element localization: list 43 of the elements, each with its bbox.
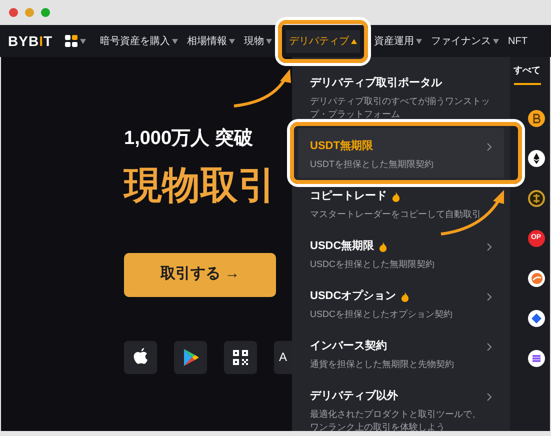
menu-item-title: インバース契約: [310, 340, 387, 353]
menu-item[interactable]: デリバティブ取引ポータル デリバティブ取引のすべてが揃うワンストップ・プラットフォーム: [292, 77, 510, 128]
menu-item-title: USDCオプション: [310, 290, 396, 303]
menu-item-title: USDT無期限: [310, 140, 373, 153]
menu-item-description: USDTを担保とした無期限契約: [310, 158, 434, 171]
menu-item-title: USDC無期限: [310, 240, 374, 253]
apps-grid-icon[interactable]: [65, 35, 78, 47]
apple-icon: [132, 348, 148, 366]
menu-item-description: マスタートレーダーをコピーして自動取引: [310, 208, 482, 221]
menu-item-description: デリバティブ取引のすべてが揃うワンストップ・プラットフォーム: [310, 95, 491, 121]
all-tab[interactable]: すべて: [514, 64, 540, 84]
menu-item-description: USDCを担保としたオプション契約: [310, 308, 454, 321]
menu-item[interactable]: USDC無期限 USDCを担保とした無期限契約: [292, 228, 510, 278]
nav-item[interactable]: 相場情報: [187, 34, 235, 48]
nav-item[interactable]: デリバティブ: [286, 30, 360, 52]
menu-item[interactable]: USDT無期限 USDTを担保とした無期限契約: [298, 128, 504, 178]
coin-icon: [528, 350, 544, 366]
hero-headline: 現物取引: [124, 164, 276, 208]
coin-icon: [528, 310, 544, 326]
nav-item[interactable]: 暗号資産を購入: [100, 34, 178, 48]
hero-subtitle: 1,000万人 突破: [124, 126, 253, 151]
menu-item-description: 通貨を担保とした無期限と先物契約: [310, 358, 455, 371]
menu-item[interactable]: コピートレード マスタートレーダーをコピーして自動取引: [292, 178, 510, 228]
play-icon: [182, 348, 198, 366]
menu-item-description: 最適化されたプロダクトと取引ツールで、ワンランク上の取引を体験しよう: [310, 408, 481, 434]
arrow: [234, 69, 291, 108]
menu-item-title: コピートレード: [310, 190, 387, 203]
menu-item[interactable]: USDCオプション USDCを担保としたオプション契約: [292, 278, 510, 328]
menu-item-title: デリバティブ取引ポータル: [310, 77, 442, 90]
qr-code-button[interactable]: [224, 340, 257, 374]
nav-item[interactable]: 現物: [244, 34, 272, 48]
menu-item[interactable]: デリバティブ以外 最適化されたプロダクトと取引ツールで、ワンランク上の取引を体験しよう: [292, 378, 510, 434]
logo[interactable]: BYBIT: [8, 30, 56, 52]
nav-item[interactable]: 資産運用: [374, 34, 422, 48]
trade-button[interactable]: 取引する →: [124, 252, 276, 296]
menu-item-title: デリバティブ以外: [310, 390, 398, 403]
apple-store-button[interactable]: [124, 340, 157, 374]
qr-code-icon: [233, 350, 248, 364]
nav-item[interactable]: NFT: [508, 34, 528, 48]
play-store-button[interactable]: [174, 340, 207, 374]
menu-item-description: USDCを担保とした無期限契約: [310, 258, 436, 271]
caret-icon: [80, 38, 86, 44]
nav-item[interactable]: ファイナンス: [431, 34, 499, 48]
